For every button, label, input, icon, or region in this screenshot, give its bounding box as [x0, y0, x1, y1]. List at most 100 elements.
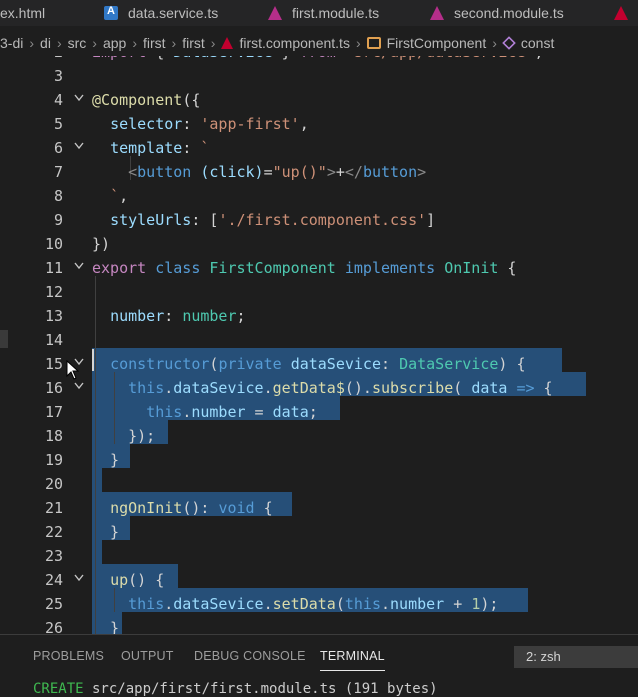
code-text: `, [110, 187, 129, 205]
chevron-right-icon: › [210, 35, 216, 51]
class-symbol-icon [366, 37, 381, 49]
chevron-right-icon: › [171, 35, 177, 51]
code-text: number: number; [110, 307, 246, 325]
panel-tab-debug-console[interactable]: DEBUG CONSOLE [194, 649, 306, 663]
breadcrumb-item[interactable]: src [68, 35, 87, 51]
fold-chevron-icon[interactable] [74, 262, 84, 271]
code-text: this.dataSevice.getData$().subscribe( da… [128, 379, 553, 397]
code-line: 13 number: number; [0, 304, 638, 328]
line-number: 14 [44, 331, 63, 349]
breadcrumb-item[interactable]: 3-di [0, 35, 23, 51]
fold-chevron-icon[interactable] [74, 94, 84, 103]
chevron-right-icon: › [56, 35, 62, 51]
fold-chevron-icon[interactable] [74, 382, 84, 391]
code-line: 5 selector: 'app-first', [0, 112, 638, 136]
line-number: 17 [44, 403, 63, 421]
code-line: 19 } [0, 448, 638, 472]
breadcrumb-item[interactable]: first [143, 35, 166, 51]
code-text: } [92, 619, 120, 634]
code-text: } [92, 451, 120, 469]
editor-tab-bar: ex.html data.service.ts first.module.ts … [0, 0, 638, 26]
code-text: }); [92, 427, 156, 445]
tab-label: data.service.ts [128, 5, 219, 21]
line-number: 25 [44, 595, 63, 613]
code-line: 3 [0, 64, 638, 88]
code-line: 23 [0, 544, 638, 568]
breadcrumb-item[interactable]: di [40, 35, 51, 51]
line-number: 5 [53, 115, 63, 133]
line-number: 7 [53, 163, 63, 181]
angular-icon [221, 37, 234, 49]
line-number: 3 [53, 67, 63, 85]
code-line: 9 styleUrls: ['./first.component.css'] [0, 208, 638, 232]
code-line: 22 } [0, 520, 638, 544]
tab-first-module[interactable]: first.module.ts [268, 0, 379, 26]
breadcrumb-item[interactable]: first.component.ts [239, 35, 350, 51]
code-text: }) [92, 235, 111, 253]
line-number: 26 [44, 619, 63, 634]
breadcrumb-item[interactable]: FirstComponent [387, 35, 487, 51]
tab-ex-html[interactable]: ex.html [0, 0, 45, 26]
code-text: export class FirstComponent implements O… [92, 259, 517, 277]
code-line: 12 [0, 280, 638, 304]
fold-chevron-icon[interactable] [74, 142, 84, 151]
code-text: up() { [110, 571, 165, 589]
breadcrumb-item[interactable]: app [103, 35, 126, 51]
line-number: 6 [53, 139, 63, 157]
line-number: 22 [44, 523, 63, 541]
line-number: 9 [53, 211, 63, 229]
tab-label: ex.html [0, 5, 46, 21]
code-text: } [92, 523, 120, 541]
code-line: 14 [0, 328, 638, 352]
line-number: 21 [44, 499, 63, 517]
line-number: 20 [44, 475, 63, 493]
line-number: 11 [44, 259, 63, 277]
terminal-select-value: 2: zsh [526, 649, 561, 664]
code-line: 17 this.number = data; [0, 400, 638, 424]
code-line: 4 @Component({ [0, 88, 638, 112]
breadcrumb-item[interactable]: first [182, 35, 205, 51]
code-line: 2 import { DataService } from 'src/app/d… [0, 56, 638, 64]
line-number: 23 [44, 547, 63, 565]
code-text: template: ` [110, 139, 210, 157]
line-number: 18 [44, 427, 63, 445]
code-text: constructor(private dataSevice: DataServ… [110, 355, 526, 373]
code-line: 24 up() { [0, 568, 638, 592]
line-number: 8 [53, 187, 63, 205]
tab-label: first.module.ts [292, 5, 380, 21]
code-line: 20 [0, 472, 638, 496]
bottom-panel: PROBLEMS OUTPUT DEBUG CONSOLE TERMINAL 2… [0, 634, 638, 697]
terminal-keyword: CREATE [33, 681, 84, 697]
line-number: 2 [0, 56, 63, 64]
chevron-right-icon: › [92, 35, 97, 51]
panel-tab-terminal[interactable]: TERMINAL [320, 649, 385, 671]
panel-tab-output[interactable]: OUTPUT [121, 649, 174, 663]
line-number: 10 [44, 235, 63, 253]
code-line: 10 }) [0, 232, 638, 256]
code-line: 8 `, [0, 184, 638, 208]
line-number: 24 [44, 571, 63, 589]
typescript-icon [104, 5, 118, 20]
panel-tab-problems[interactable]: PROBLEMS [33, 649, 104, 663]
tab-second-module[interactable]: second.module.ts [430, 0, 564, 26]
code-line: 15 constructor(private dataSevice: DataS… [0, 352, 638, 376]
code-editor[interactable]: 2 import { DataService } from 'src/app/d… [0, 56, 638, 634]
code-line: 6 template: ` [0, 136, 638, 160]
fold-chevron-icon[interactable] [74, 574, 84, 583]
terminal-select[interactable]: 2: zsh [514, 646, 638, 668]
method-symbol-icon [502, 36, 516, 50]
code-line: 21 ngOnInit(): void { [0, 496, 638, 520]
code-text: this.dataSevice.setData(this.number + 1)… [128, 595, 499, 613]
tab-data-service[interactable]: data.service.ts [104, 0, 218, 26]
code-text: styleUrls: ['./first.component.css'] [110, 211, 436, 229]
terminal-text: src/app/first/first.module.ts (191 bytes… [83, 681, 438, 697]
code-line: 7 <button (click)="up()">+</button> [0, 160, 638, 184]
line-number: 16 [44, 379, 63, 397]
mouse-pointer-icon [66, 359, 80, 380]
code-text: <button (click)="up()">+</button> [128, 163, 427, 181]
code-text: this.number = data; [146, 403, 318, 421]
code-text: @Component({ [92, 91, 201, 109]
tab-overflow[interactable] [614, 0, 638, 26]
code-line: 18 }); [0, 424, 638, 448]
breadcrumb-item[interactable]: const [521, 35, 554, 51]
